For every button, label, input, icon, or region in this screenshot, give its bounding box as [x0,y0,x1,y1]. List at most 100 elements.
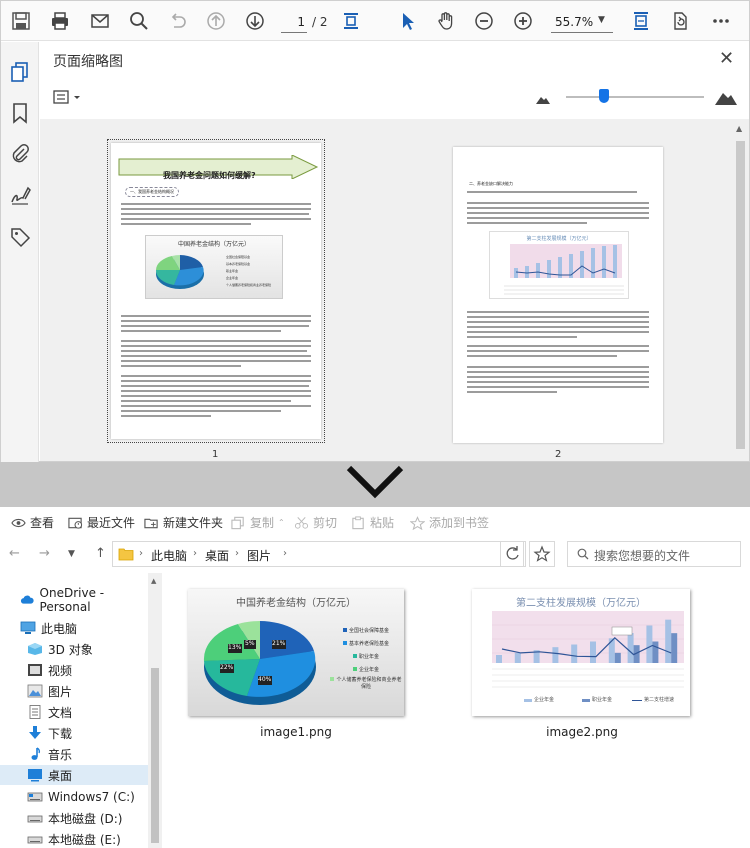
select-cursor-icon[interactable] [396,9,420,33]
rotate-view-icon[interactable] [668,9,692,33]
legend-item: 个人储蓄养老保险和商业养老保险 [330,677,402,691]
legend-item: 职业年金 [592,697,613,703]
tag-icon[interactable] [9,226,31,248]
previous-page-icon[interactable] [204,9,228,33]
page-number-input[interactable]: 1 [281,11,307,33]
breadcrumb-this-pc[interactable]: 此电脑 [151,547,187,564]
undo-icon[interactable] [165,9,189,33]
file-item-image2[interactable]: 第二支柱发展规模（万亿元） 企业年金 职业年金 第二支柱增速 image2.pn… [472,589,692,739]
paste-command[interactable]: 粘贴 [350,514,394,531]
page-thumbnails-icon[interactable] [9,61,31,83]
save-icon[interactable] [9,9,33,33]
transition-divider [0,462,750,507]
back-icon[interactable]: ← [9,546,20,561]
image1-pie-chart [203,620,316,705]
search-placeholder: 搜索您想要的文件 [594,549,691,563]
cut-command[interactable]: 剪切 [293,514,337,531]
forward-icon[interactable]: → [39,546,50,561]
new-folder-command[interactable]: 新建文件夹 [143,514,223,531]
signature-icon[interactable] [9,184,31,206]
file-thumbnail-image2[interactable]: 第二支柱发展规模（万亿元） 企业年金 职业年金 第二支柱增速 [472,589,690,716]
bar-enterprise-annuity [514,653,521,663]
recent-locations-icon[interactable]: ▼ [68,549,75,559]
nav-item-desktop[interactable]: 桌面 [0,765,148,785]
breadcrumb-desktop[interactable]: 桌面 [205,547,229,564]
thumbnail-size-slider[interactable] [566,96,704,98]
picture-icon [27,684,43,698]
file-name-image2[interactable]: image2.png [472,725,692,739]
file-thumbnail-image1[interactable]: 中国养老金结构（万亿元） 21% 40% 22% 13% 5% 全国社会保障基金… [188,589,404,716]
bar-enterprise-annuity [608,638,615,663]
page1-chart: 中国养老金结构（万亿元） 全国社会保障基金 基本养老保险基金 职业年金 企业年金 [145,235,283,299]
nav-item-onedrive[interactable]: OneDrive - Personal [0,586,148,614]
navigation-scrollbar[interactable]: ▲ [148,573,162,848]
zoom-in-icon[interactable] [511,9,535,33]
add-bookmark-command[interactable]: 添加到书签 [409,514,489,531]
more-options-icon[interactable] [709,9,733,33]
close-icon[interactable]: ✕ [719,50,735,68]
email-icon[interactable] [88,9,112,33]
nav-item-pictures[interactable]: 图片 [0,681,148,701]
slice-label-13: 13% [228,644,242,651]
video-icon [28,664,42,676]
thumbnail-size-small-icon[interactable] [536,93,550,107]
scroll-up-icon[interactable]: ▲ [151,577,156,585]
page-thumbnail-1[interactable]: 我国养老金问题如何缓解? 一、我国养老金结构概况 中国养老金结构（万亿元） 全国… [107,139,325,443]
file-item-image1[interactable]: 中国养老金结构（万亿元） 21% 40% 22% 13% 5% 全国社会保障基金… [188,589,404,739]
fit-page-icon[interactable] [339,9,363,33]
nav-item-downloads[interactable]: 下载 [0,723,148,743]
scrollbar-thumb[interactable] [151,668,159,843]
bar-enterprise-annuity [571,644,578,663]
slider-thumb[interactable] [599,89,609,103]
nav-item-3d-objects[interactable]: 3D 对象 [0,639,148,659]
next-page-icon[interactable] [243,9,267,33]
address-bar[interactable]: › 此电脑 › 桌面 › 图片 › [112,541,524,567]
file-name-image1[interactable]: image1.png [188,725,404,739]
legend-item: 企业年金 [330,664,402,677]
favorite-button[interactable] [529,541,555,567]
copy-command[interactable]: 复制 ⌃ [230,514,285,531]
bar-enterprise-annuity [552,647,559,663]
search-icon [577,548,589,563]
bookmark-icon[interactable] [9,102,31,124]
fit-width-icon[interactable] [629,9,653,33]
up-level-icon[interactable]: ↑ [95,546,106,561]
hand-tool-icon[interactable] [434,9,458,33]
nav-item-drive-d[interactable]: 本地磁盘 (D:) [0,808,148,828]
nav-item-music[interactable]: 音乐 [0,744,148,764]
breadcrumb-pictures[interactable]: 图片 [247,547,271,564]
search-icon[interactable] [127,9,151,33]
bar-occupational-annuity [614,652,621,663]
thumbnail-scrollbar[interactable]: ▲ [732,119,749,461]
drive-icon [27,836,43,844]
recent-files-command[interactable]: 最近文件 [67,514,135,531]
nav-item-documents[interactable]: 文档 [0,702,148,722]
print-icon[interactable] [48,9,72,33]
breadcrumb-separator: › [235,548,239,559]
new-folder-icon [143,516,159,530]
nav-item-videos[interactable]: 视频 [0,660,148,680]
nav-item-drive-c[interactable]: Windows7 (C:) [0,787,148,807]
thumbnail-size-large-icon[interactable] [715,89,737,108]
thumbnail-options-button[interactable] [53,89,85,107]
copy-icon [230,516,246,530]
scrollbar-thumb[interactable] [736,141,745,449]
download-icon [29,726,41,739]
cube-icon [28,643,42,655]
page2-chart-title: 第二支柱发展规模（万亿元） [526,236,592,242]
nav-item-drive-e[interactable]: 本地磁盘 (E:) [0,829,148,848]
page1-heading: 一、我国养老金结构概况 [125,187,179,197]
scroll-up-icon[interactable]: ▲ [736,124,742,133]
nav-item-this-pc[interactable]: 此电脑 [0,618,148,638]
drive-icon [27,815,43,823]
search-box[interactable]: 搜索您想要的文件 [567,541,741,567]
attachment-icon[interactable] [9,142,31,164]
view-command[interactable]: 查看 [10,514,54,531]
refresh-button[interactable] [500,541,526,567]
zoom-out-icon[interactable] [472,9,496,33]
page-thumbnail-2[interactable]: 二、养老金缺口解决能力 第二支柱发展规模（万亿元） [453,147,663,443]
left-tool-rail [1,42,39,462]
legend-item: 企业年金 [534,697,555,703]
zoom-dropdown-icon[interactable]: ▼ [598,15,605,25]
legend-item: 第二支柱增速 [644,697,675,703]
